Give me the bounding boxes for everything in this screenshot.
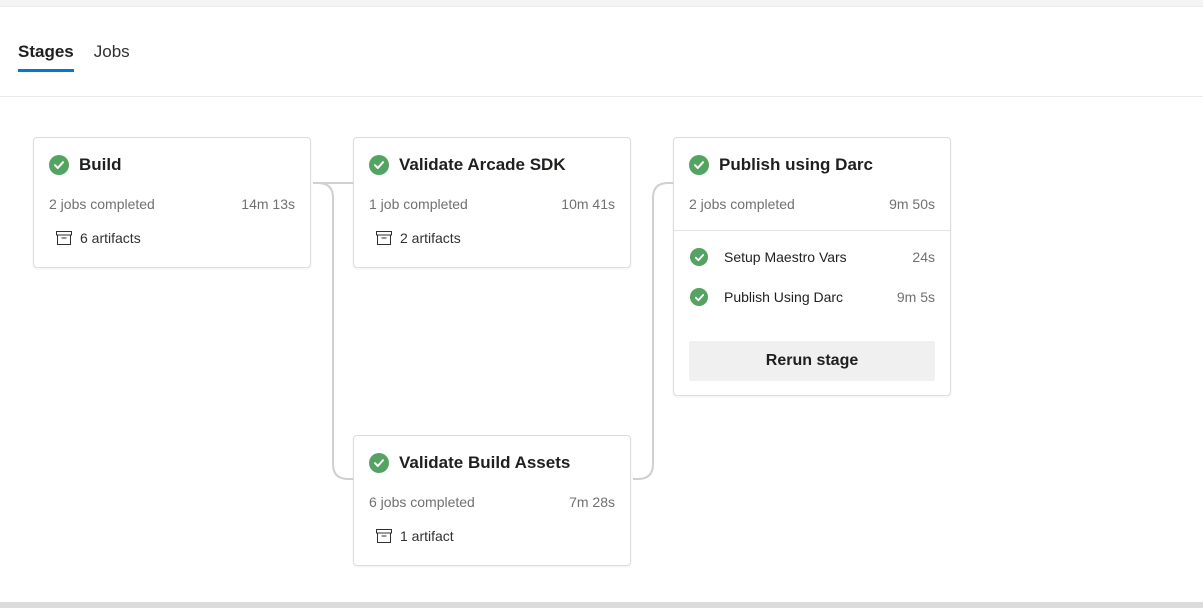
artifacts-label: 6 artifacts: [80, 230, 141, 246]
check-circle-icon: [689, 155, 709, 175]
artifacts-label: 2 artifacts: [400, 230, 461, 246]
tab-stages[interactable]: Stages: [18, 42, 74, 72]
stage-name: Validate Arcade SDK: [399, 155, 566, 174]
stage-name: Validate Build Assets: [399, 453, 571, 472]
job-duration: 24s: [912, 249, 935, 265]
check-circle-icon: [690, 248, 708, 266]
stage-meta: 6 jobs completed 7m 28s: [369, 494, 615, 510]
job-duration: 9m 5s: [896, 289, 935, 305]
artifacts-label: 1 artifact: [400, 528, 454, 544]
tab-jobs[interactable]: Jobs: [94, 42, 130, 70]
stage-meta: 2 jobs completed 14m 13s: [49, 196, 295, 212]
stage-duration: 9m 50s: [889, 196, 935, 212]
job-name: Publish Using Darc: [724, 289, 844, 305]
jobs-divider: [674, 230, 950, 231]
jobs-completed-text: 2 jobs completed: [689, 196, 795, 212]
check-circle-icon: [690, 288, 708, 306]
artifact-box-icon: [376, 231, 392, 245]
check-circle-icon: [369, 155, 389, 175]
connector-assets-to-publish: [633, 182, 673, 480]
stage-meta: 2 jobs completed 9m 50s: [689, 196, 935, 212]
artifact-box-icon: [376, 529, 392, 543]
tab-bar: Stages Jobs: [18, 42, 130, 72]
artifacts-link[interactable]: 6 artifacts: [56, 230, 141, 246]
artifacts-link[interactable]: 2 artifacts: [376, 230, 461, 246]
stage-card-validate-build-assets[interactable]: Validate Build Assets 6 jobs completed 7…: [353, 435, 631, 566]
jobs-completed-text: 6 jobs completed: [369, 494, 475, 510]
stage-header: Build: [34, 138, 310, 194]
job-name: Setup Maestro Vars: [724, 249, 847, 265]
job-row-publish-using-darc[interactable]: Publish Using Darc 9m 5s: [674, 288, 935, 308]
stage-duration: 7m 28s: [569, 494, 615, 510]
jobs-completed-text: 1 job completed: [369, 196, 468, 212]
artifacts-link[interactable]: 1 artifact: [376, 528, 454, 544]
tabs-divider: [0, 96, 1203, 97]
bottom-bar: [0, 602, 1203, 608]
connector-build-to-assets: [313, 182, 353, 480]
check-circle-icon: [49, 155, 69, 175]
stage-header: Publish using Darc: [674, 138, 950, 194]
stage-card-build[interactable]: Build 2 jobs completed 14m 13s 6 artifac…: [33, 137, 311, 268]
job-row-setup-maestro-vars[interactable]: Setup Maestro Vars 24s: [674, 248, 935, 268]
stage-header: Validate Arcade SDK: [354, 138, 630, 194]
stage-header: Validate Build Assets: [354, 436, 630, 492]
stage-name: Publish using Darc: [719, 155, 873, 174]
top-bar: [0, 0, 1203, 7]
rerun-stage-button[interactable]: Rerun stage: [689, 341, 935, 381]
stage-meta: 1 job completed 10m 41s: [369, 196, 615, 212]
stage-name: Build: [79, 155, 122, 174]
stage-card-publish-using-darc[interactable]: Publish using Darc 2 jobs completed 9m 5…: [673, 137, 951, 396]
check-circle-icon: [369, 453, 389, 473]
stage-duration: 10m 41s: [561, 196, 615, 212]
stage-duration: 14m 13s: [241, 196, 295, 212]
stage-card-validate-arcade-sdk[interactable]: Validate Arcade SDK 1 job completed 10m …: [353, 137, 631, 268]
artifact-box-icon: [56, 231, 72, 245]
jobs-completed-text: 2 jobs completed: [49, 196, 155, 212]
